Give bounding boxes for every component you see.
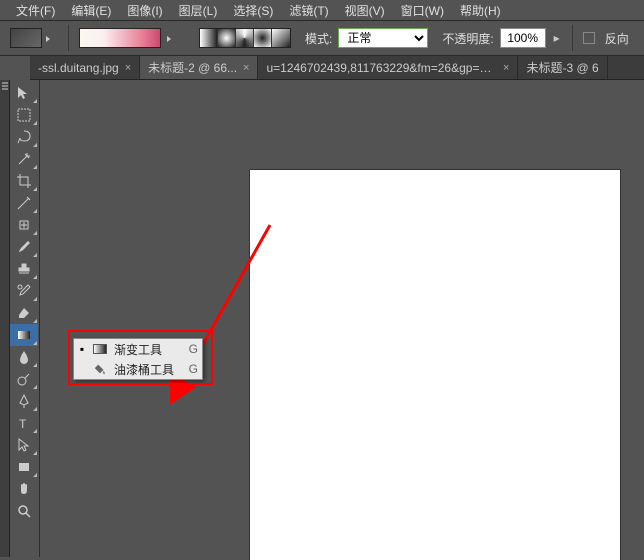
path-select-tool[interactable]: [10, 434, 38, 456]
type-tool[interactable]: T: [10, 412, 38, 434]
reverse-label: 反向: [605, 30, 629, 47]
tab-doc-3[interactable]: u=1246702439,811763229&fm=26&gp=0.jpg ×: [258, 56, 518, 79]
mode-label: 模式:: [305, 30, 332, 47]
tab-label: 未标题-2 @ 66...: [148, 59, 237, 76]
brush-tool[interactable]: [10, 236, 38, 258]
opacity-input[interactable]: [500, 28, 546, 48]
eraser-tool[interactable]: [10, 302, 38, 324]
menu-layer[interactable]: 图层(L): [171, 0, 226, 21]
menu-filter[interactable]: 滤镜(T): [281, 0, 336, 21]
flyout-item-gradient[interactable]: ▪ 渐变工具 G: [74, 339, 202, 359]
opacity-label: 不透明度:: [442, 30, 493, 47]
canvas-area: ▪ 渐变工具 G 油漆桶工具 G: [40, 80, 644, 557]
collapsed-panel[interactable]: [0, 80, 10, 557]
gradient-radial[interactable]: [218, 29, 236, 47]
lasso-tool[interactable]: [10, 126, 38, 148]
menu-select[interactable]: 选择(S): [225, 0, 281, 21]
document-canvas[interactable]: [250, 170, 620, 560]
history-brush-tool[interactable]: [10, 280, 38, 302]
gradient-linear[interactable]: [200, 29, 218, 47]
gradient-reflected[interactable]: [254, 29, 272, 47]
eyedropper-tool[interactable]: [10, 192, 38, 214]
tab-label: u=1246702439,811763229&fm=26&gp=0.jpg: [266, 61, 497, 75]
flyout-label: 油漆桶工具: [114, 361, 180, 378]
gradient-type-group: [199, 28, 291, 48]
gradient-angle[interactable]: [236, 29, 254, 47]
crop-tool[interactable]: [10, 170, 38, 192]
gradient-diamond[interactable]: [272, 29, 290, 47]
menu-file[interactable]: 文件(F): [8, 0, 63, 21]
menu-edit[interactable]: 编辑(E): [63, 0, 119, 21]
hand-tool[interactable]: [10, 478, 38, 500]
paint-bucket-icon: [92, 361, 108, 377]
gradient-icon: [92, 341, 108, 357]
heal-tool[interactable]: [10, 214, 38, 236]
close-icon[interactable]: ×: [243, 62, 249, 74]
zoom-tool[interactable]: [10, 500, 38, 522]
wand-tool[interactable]: [10, 148, 38, 170]
tool-preset-picker[interactable]: [10, 28, 42, 48]
gradient-tool-flyout: ▪ 渐变工具 G 油漆桶工具 G: [73, 338, 203, 380]
flyout-label: 渐变工具: [114, 341, 180, 358]
svg-text:T: T: [19, 417, 27, 431]
document-tabs: -ssl.duitang.jpg × 未标题-2 @ 66... × u=124…: [30, 56, 644, 80]
flyout-shortcut: G: [186, 342, 198, 356]
options-bar: 模式: 正常 不透明度: ▸ 反向: [0, 20, 644, 56]
close-icon[interactable]: ×: [503, 62, 509, 74]
tab-label: -ssl.duitang.jpg: [38, 61, 119, 75]
menu-image[interactable]: 图像(I): [119, 0, 170, 21]
menubar: 文件(F) 编辑(E) 图像(I) 图层(L) 选择(S) 滤镜(T) 视图(V…: [0, 0, 644, 20]
divider: [572, 25, 573, 51]
dodge-tool[interactable]: [10, 368, 38, 390]
close-icon[interactable]: ×: [125, 62, 131, 74]
move-tool[interactable]: [10, 82, 38, 104]
opacity-arrow-icon[interactable]: ▸: [552, 28, 562, 48]
reverse-checkbox[interactable]: [583, 32, 595, 44]
bullet-icon: ▪: [78, 342, 86, 356]
marquee-tool[interactable]: [10, 104, 38, 126]
grip-icon: [0, 80, 9, 92]
tab-doc-1[interactable]: -ssl.duitang.jpg ×: [30, 56, 140, 79]
menu-view[interactable]: 视图(V): [337, 0, 393, 21]
flyout-item-paint-bucket[interactable]: 油漆桶工具 G: [74, 359, 202, 379]
tab-doc-2[interactable]: 未标题-2 @ 66... ×: [140, 56, 258, 79]
pen-tool[interactable]: [10, 390, 38, 412]
tools-panel: T: [10, 80, 40, 557]
gradient-preview[interactable]: [79, 28, 161, 48]
workspace: T ▪ 渐变工具 G 油漆桶工具 G: [0, 80, 644, 557]
divider: [68, 25, 69, 51]
tab-label: 未标题-3 @ 6: [526, 59, 598, 76]
mode-select[interactable]: 正常: [338, 28, 428, 48]
tab-doc-4[interactable]: 未标题-3 @ 6: [518, 56, 607, 79]
rectangle-tool[interactable]: [10, 456, 38, 478]
menu-help[interactable]: 帮助(H): [452, 0, 509, 21]
flyout-shortcut: G: [186, 362, 198, 376]
stamp-tool[interactable]: [10, 258, 38, 280]
blur-tool[interactable]: [10, 346, 38, 368]
menu-window[interactable]: 窗口(W): [393, 0, 452, 21]
gradient-tool[interactable]: [10, 324, 38, 346]
